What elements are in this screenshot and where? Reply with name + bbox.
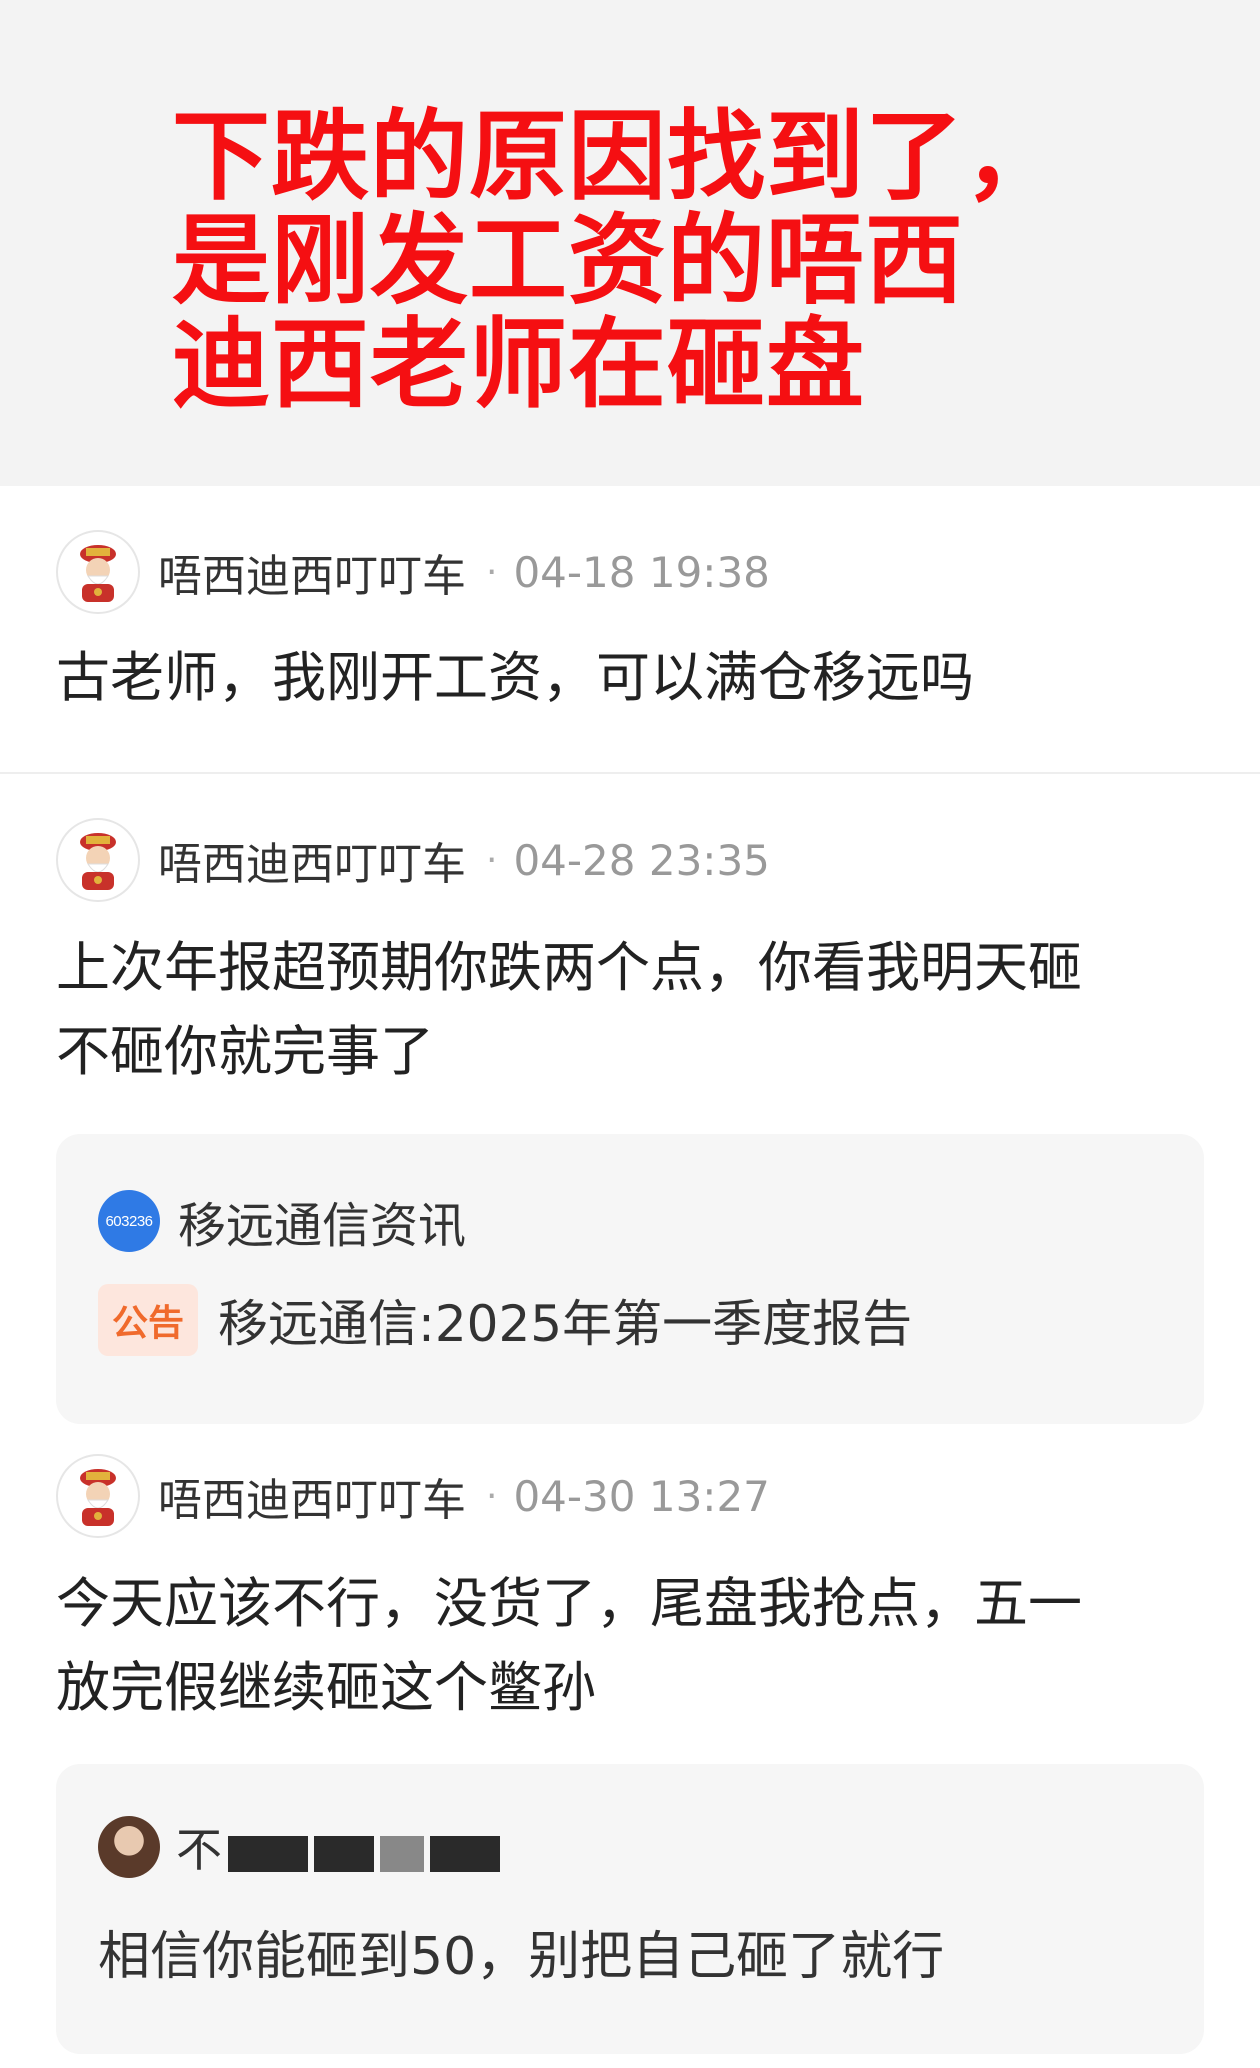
reply-card[interactable]: 不 相信你能砸到50，别把自己砸了就行 — [56, 1764, 1204, 2054]
stock-notice-card[interactable]: 603236 移远通信资讯 公告 移远通信:2025年第一季度报告 — [56, 1134, 1204, 1424]
caishen-avatar-icon — [80, 1469, 116, 1526]
content-line: 古老师，我刚开工资，可以满仓移远吗 — [56, 646, 974, 709]
separator-dot: · — [486, 1475, 498, 1517]
headline-line-3: 迪西老师在砸盘 — [172, 308, 866, 422]
post-content: 古老师，我刚开工资，可以满仓移远吗 — [56, 636, 1216, 720]
reply-text: 相信你能砸到50，别把自己砸了就行 — [98, 1927, 945, 1987]
headline-text: 下跌的原因找到了， 是刚发工资的唔西 迪西老师在砸盘 — [172, 105, 1092, 417]
headline-line-1: 下跌的原因找到了， — [172, 100, 1064, 214]
post-1[interactable]: 唔西迪西叮叮车 · 04-18 19:38 古老师，我刚开工资，可以满仓移远吗 — [0, 486, 1260, 772]
reply-header: 不 — [98, 1814, 500, 1880]
post-time: 04-18 19:38 — [513, 547, 770, 597]
notice-row[interactable]: 公告 移远通信:2025年第一季度报告 — [98, 1284, 912, 1356]
post-time: 04-30 13:27 — [513, 1471, 770, 1521]
reply-username[interactable]: 不 — [176, 1814, 500, 1880]
post-2[interactable]: 唔西迪西叮叮车 · 04-28 23:35 上次年报超预期你跌两个点，你看我明天… — [0, 774, 1260, 1434]
post-content: 上次年报超预期你跌两个点，你看我明天砸 不砸你就完事了 — [56, 926, 1216, 1094]
username[interactable]: 唔西迪西叮叮车 — [158, 540, 466, 604]
censored-block — [430, 1835, 500, 1872]
post-content: 今天应该不行，没货了，尾盘我抢点，五一 放完假继续砸这个鳖孙 — [56, 1562, 1216, 1730]
post-3[interactable]: 唔西迪西叮叮车 · 04-30 13:27 今天应该不行，没货了，尾盘我抢点，五… — [0, 1434, 1260, 2068]
content-line: 放完假继续砸这个鳖孙 — [56, 1656, 596, 1719]
content-line: 上次年报超预期你跌两个点，你看我明天砸 — [56, 936, 1082, 999]
post-header: 唔西迪西叮叮车 · 04-18 19:38 — [56, 530, 770, 614]
post-header: 唔西迪西叮叮车 · 04-30 13:27 — [56, 1454, 770, 1538]
username[interactable]: 唔西迪西叮叮车 — [158, 828, 466, 892]
post-header: 唔西迪西叮叮车 · 04-28 23:35 — [56, 818, 770, 902]
censored-block — [380, 1835, 424, 1872]
headline-line-2: 是刚发工资的唔西 — [172, 204, 965, 318]
user-avatar[interactable] — [56, 1454, 140, 1538]
reply-username-visible: 不 — [176, 1823, 222, 1877]
content-line: 今天应该不行，没货了，尾盘我抢点，五一 — [56, 1572, 1082, 1635]
reply-avatar[interactable] — [98, 1816, 160, 1878]
source-name[interactable]: 移远通信资讯 — [178, 1186, 466, 1256]
headline-banner: 下跌的原因找到了， 是刚发工资的唔西 迪西老师在砸盘 — [0, 0, 1260, 486]
post-time: 04-28 23:35 — [513, 835, 770, 885]
username[interactable]: 唔西迪西叮叮车 — [158, 1464, 466, 1528]
user-avatar[interactable] — [56, 530, 140, 614]
user-avatar[interactable] — [56, 818, 140, 902]
censored-block — [314, 1835, 374, 1872]
content-line: 不砸你就完事了 — [56, 1020, 434, 1083]
censored-block — [228, 1835, 308, 1872]
separator-dot: · — [486, 839, 498, 881]
stock-code-logo: 603236 — [98, 1190, 160, 1252]
source-row: 603236 移远通信资讯 — [98, 1186, 466, 1256]
caishen-avatar-icon — [80, 545, 116, 602]
caishen-avatar-icon — [80, 833, 116, 890]
notice-badge: 公告 — [98, 1284, 199, 1356]
notice-title[interactable]: 移远通信:2025年第一季度报告 — [218, 1284, 912, 1356]
separator-dot: · — [486, 551, 498, 593]
